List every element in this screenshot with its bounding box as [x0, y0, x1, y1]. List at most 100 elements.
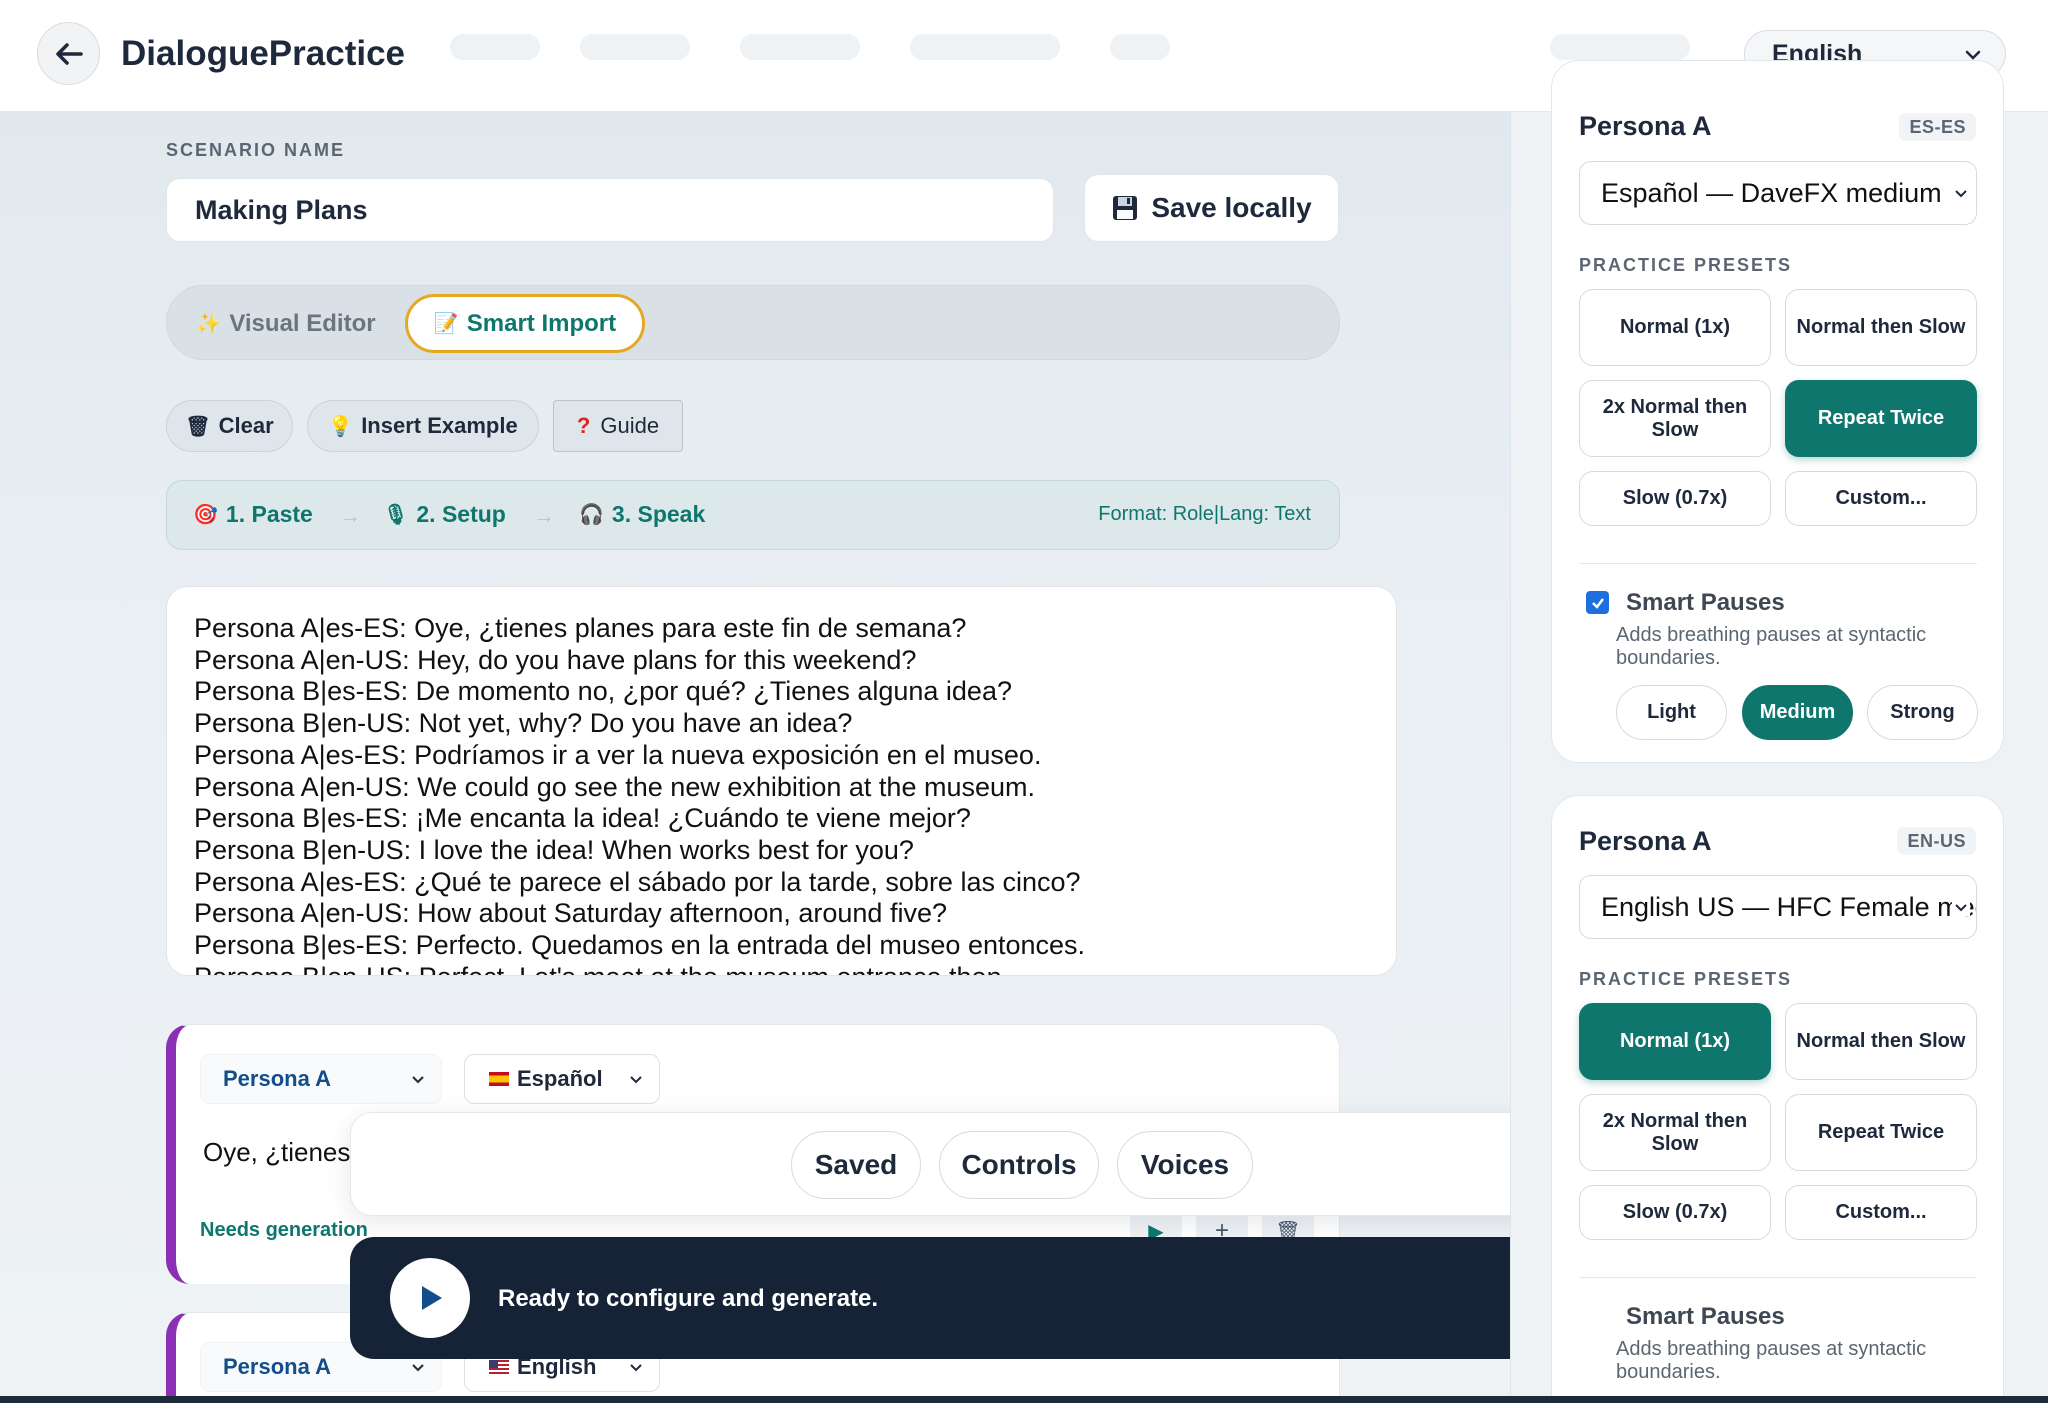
save-locally-label: Save locally: [1151, 192, 1312, 223]
scenario-name-input[interactable]: Making Plans: [166, 178, 1054, 242]
chevron-down-icon: [630, 1076, 642, 1084]
step-setup[interactable]: 🎙 2. Setup: [383, 501, 506, 528]
import-line: Persona B|es-ES: Perfecto. Quedamos en l…: [194, 930, 1086, 961]
blurred-nav-item: [1550, 34, 1690, 60]
tab-smart-import[interactable]: 📝 Smart Import: [405, 294, 645, 353]
steps-bar: 🎯 1. Paste → 🎙 2. Setup → 🎧 3. Speak For…: [166, 480, 1340, 550]
chevron-down-icon: [412, 1076, 424, 1084]
smart-pauses-title: Smart Pauses: [1626, 589, 1785, 616]
locale-badge: EN-US: [1897, 827, 1976, 855]
check-icon: [1591, 597, 1604, 609]
voice-select[interactable]: English US — HFC Female medium: [1579, 875, 1977, 939]
window-bottom-edge: [0, 1396, 2048, 1403]
spain-flag-icon: [489, 1072, 509, 1086]
smart-pauses-title: Smart Pauses: [1626, 1303, 1785, 1330]
memo-icon: 📝: [433, 313, 459, 335]
generation-status: Needs generation: [200, 1219, 368, 1241]
import-line: Persona A|es-ES: Oye, ¿tienes planes par…: [194, 613, 967, 643]
tab-visual-editor[interactable]: ✨ Visual Editor: [191, 294, 381, 353]
step-paste-label: 1. Paste: [225, 501, 313, 527]
blurred-nav-item: [450, 34, 540, 60]
divider: [1579, 563, 1977, 564]
preset-custom[interactable]: Custom...: [1785, 471, 1977, 526]
app-title: DialoguePractice: [121, 34, 405, 73]
lightbulb-icon: 💡: [328, 415, 354, 438]
nav-controls-button[interactable]: Controls: [939, 1131, 1099, 1199]
clear-label: Clear: [218, 413, 274, 438]
preset-repeat-twice[interactable]: Repeat Twice: [1785, 380, 1977, 457]
clear-button[interactable]: 🗑 Clear: [166, 400, 293, 452]
smart-pauses-description: Adds breathing pauses at syntactic bound…: [1616, 1338, 1927, 1383]
step-speak[interactable]: 🎧 3. Speak: [579, 501, 705, 528]
blurred-nav-item: [910, 34, 1060, 60]
panel-title: Persona A: [1579, 111, 1712, 141]
chevron-down-icon: [412, 1364, 424, 1372]
mode-switcher: ✨ Visual Editor 📝 Smart Import: [166, 285, 1340, 360]
persona-select[interactable]: Persona A: [200, 1054, 442, 1104]
persona-voice-panel: Persona A ES-ES Español — DaveFX medium …: [1551, 60, 2004, 763]
chevron-down-icon: [1952, 898, 1970, 916]
sparkles-icon: ✨: [196, 313, 222, 335]
arrow-left-icon: [55, 42, 83, 65]
arrow-right-icon: →: [533, 503, 555, 528]
chevron-down-icon: [1952, 184, 1970, 202]
guide-label: Guide: [600, 413, 660, 438]
import-line: Persona A|en-US: How about Saturday afte…: [194, 898, 947, 929]
pause-strong[interactable]: Strong: [1867, 685, 1978, 740]
divider: [1579, 1277, 1977, 1278]
preset-slow[interactable]: Slow (0.7x): [1579, 1185, 1771, 1240]
import-textarea[interactable]: Persona A|es-ES: Oye, ¿tienes planes par…: [166, 586, 1397, 976]
insert-example-button[interactable]: 💡 Insert Example: [307, 400, 539, 452]
nav-saved-button[interactable]: Saved: [791, 1131, 921, 1199]
line-text[interactable]: Oye, ¿tienes: [203, 1137, 350, 1168]
preset-normal-then-slow[interactable]: Normal then Slow: [1785, 289, 1977, 366]
import-line: Persona B|en-US: Perfect. Let's meet at …: [194, 962, 1396, 975]
pause-medium[interactable]: Medium: [1742, 685, 1853, 740]
preset-normal-then-slow[interactable]: Normal then Slow: [1785, 1003, 1977, 1080]
floating-nav: Saved Controls Voices: [350, 1112, 1692, 1216]
status-toast: Ready to configure and generate.: [350, 1237, 1693, 1359]
line-language-value: Español: [517, 1066, 603, 1091]
question-icon: ?: [576, 413, 591, 438]
preset-slow[interactable]: Slow (0.7x): [1579, 471, 1771, 526]
voice-select-value: Español — DaveFX medium: [1601, 177, 1942, 208]
import-line: Persona B|en-US: I love the idea! When w…: [194, 834, 914, 865]
import-line: Persona A|en-US: Hey, do you have plans …: [194, 644, 917, 675]
pause-light[interactable]: Light: [1616, 685, 1727, 740]
persona-voice-panel: Persona A EN-US English US — HFC Female …: [1551, 795, 2004, 1403]
preset-normal[interactable]: Normal (1x): [1579, 1003, 1771, 1080]
preset-repeat-twice[interactable]: Repeat Twice: [1785, 1094, 1977, 1171]
smart-pauses-checkbox[interactable]: [1586, 591, 1609, 614]
step-paste[interactable]: 🎯 1. Paste: [193, 501, 313, 528]
save-locally-button[interactable]: Save locally: [1084, 174, 1339, 242]
chevron-down-icon: [630, 1364, 642, 1372]
us-flag-icon: [489, 1360, 509, 1374]
back-button[interactable]: [37, 22, 100, 85]
microphone-icon: 🎙: [383, 504, 409, 526]
import-line: Persona A|es-ES: Podríamos ir a ver la n…: [194, 739, 1042, 770]
status-message: Ready to configure and generate.: [498, 1285, 879, 1312]
panel-title: Persona A: [1579, 826, 1712, 856]
trash-icon: 🗑: [185, 415, 211, 438]
import-line: Persona A|es-ES: ¿Qué te parece el sábad…: [194, 866, 1081, 897]
tab-smart-import-label: Smart Import: [466, 309, 617, 337]
practice-presets-label: PRACTICE PRESETS: [1579, 255, 1793, 275]
preset-2x-normal-then-slow[interactable]: 2x Normal then Slow: [1579, 380, 1771, 457]
play-all-button[interactable]: [390, 1258, 470, 1338]
nav-voices-button[interactable]: Voices: [1117, 1131, 1253, 1199]
locale-badge: ES-ES: [1899, 113, 1976, 141]
insert-example-label: Insert Example: [361, 413, 518, 438]
preset-2x-normal-then-slow[interactable]: 2x Normal then Slow: [1579, 1094, 1771, 1171]
voice-select-value: English US — HFC Female medium: [1601, 891, 1976, 922]
blurred-nav-item: [1110, 34, 1170, 60]
preset-normal[interactable]: Normal (1x): [1579, 289, 1771, 366]
arrow-right-icon: →: [339, 503, 361, 528]
import-line: Persona A|en-US: We could go see the new…: [194, 771, 1035, 802]
blurred-nav-item: [740, 34, 860, 60]
preset-custom[interactable]: Custom...: [1785, 1185, 1977, 1240]
floppy-disk-icon: [1113, 196, 1138, 220]
line-language-select[interactable]: Español: [464, 1054, 660, 1104]
voice-select[interactable]: Español — DaveFX medium: [1579, 161, 1977, 225]
headphones-icon: 🎧: [579, 504, 604, 526]
guide-button[interactable]: ? Guide: [553, 400, 683, 452]
